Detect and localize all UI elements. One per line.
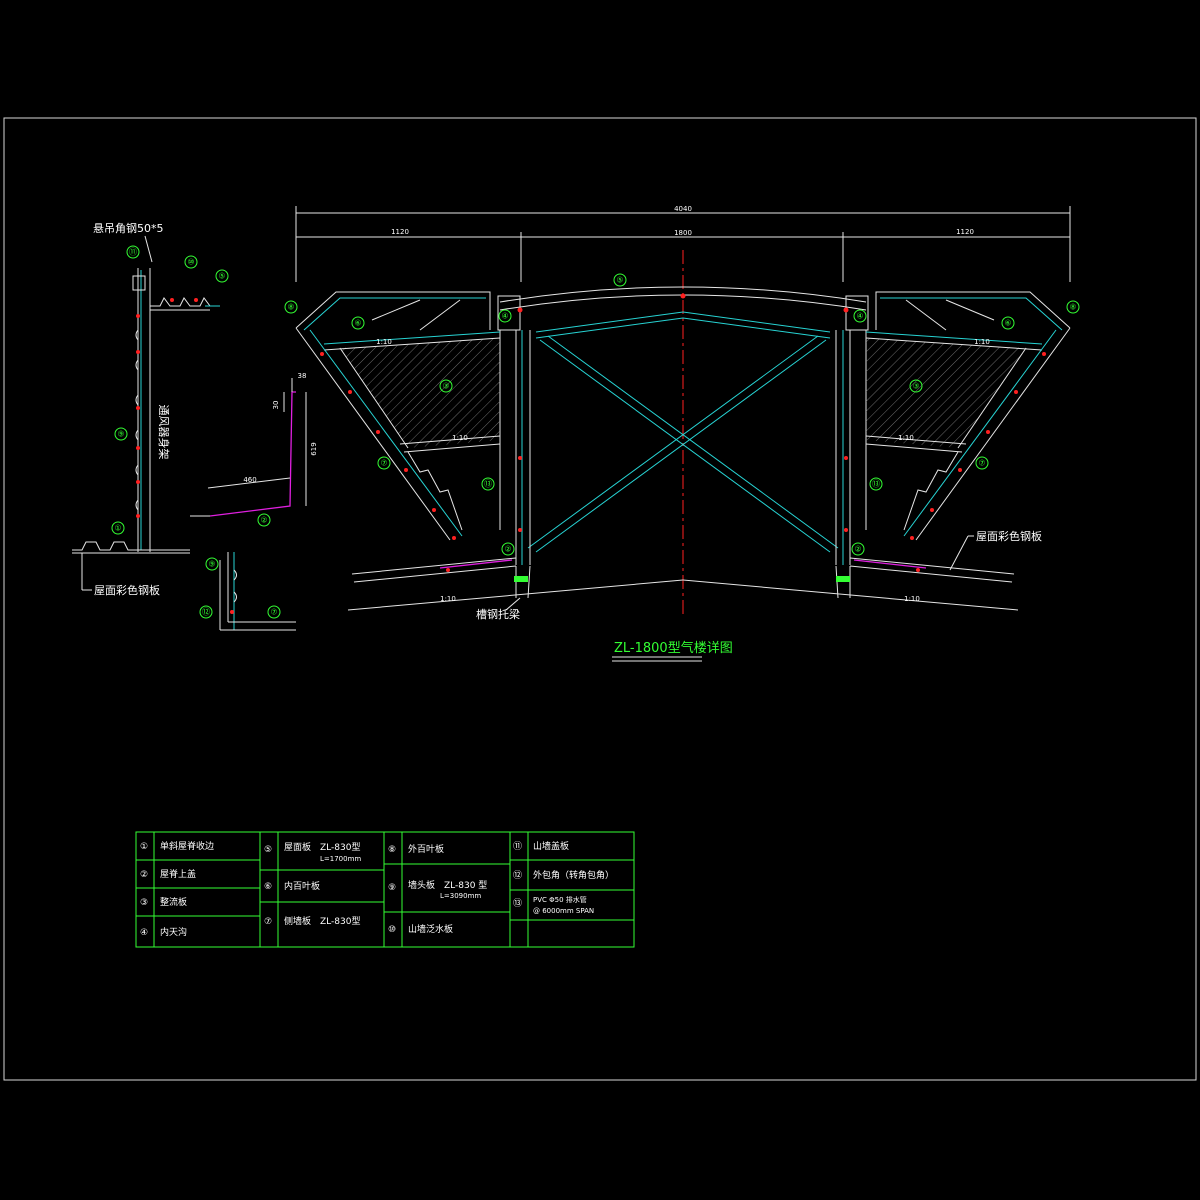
legend-sub-5: L=1700mm <box>320 855 361 863</box>
callout-7-right: ⑦ <box>978 459 985 468</box>
dim-center: 1800 <box>674 229 692 237</box>
legend-text-12: 外包角（转角包角） <box>533 869 614 881</box>
dim-619: 619 <box>310 442 318 455</box>
slope-bottom-left: 1:10 <box>440 595 456 603</box>
roof-panel-label-right: 屋面彩色钢板 <box>976 529 1042 543</box>
callout-13-right: ⑬ <box>872 480 880 489</box>
legend-num-10: ⑩ <box>388 925 396 935</box>
callout-13-left: ⑬ <box>484 480 492 489</box>
legend-sub-9: L=3090mm <box>440 892 481 900</box>
legend-sub-13: @ 6000mm SPAN <box>533 907 594 915</box>
drawing-title: ZL-1800型气楼详图 <box>614 640 733 656</box>
legend-num-6: ⑥ <box>264 882 272 892</box>
slope-left-mid: 1:10 <box>452 434 468 442</box>
legend-text-5: 屋面板 ZL-830型 <box>284 841 360 853</box>
callout-6-left: ⑥ <box>354 319 361 328</box>
callout-5-left: ⑤ <box>218 272 225 281</box>
callout-8-right: ⑧ <box>1069 303 1076 312</box>
legend-text-4: 内天沟 <box>160 926 187 938</box>
callout-4-left: ④ <box>501 312 508 321</box>
legend-text-13: PVC Φ50 排水管 <box>533 895 587 904</box>
callout-9-corner: ⑨ <box>208 560 215 569</box>
legend-text-11: 山墙盖板 <box>533 840 569 852</box>
dim-overall: 4040 <box>674 205 692 213</box>
legend-num-5: ⑤ <box>264 845 272 855</box>
left-section-detail: 悬吊角钢50*5 屋面彩色钢板 通风器身架 ⑪ ⑩ ⑤ ⑨ ① <box>72 222 229 597</box>
legend-text-2: 屋脊上盖 <box>160 868 196 880</box>
callout-12: ⑫ <box>202 608 210 617</box>
legend-num-1: ① <box>140 842 148 852</box>
legend-num-8: ⑧ <box>388 845 396 855</box>
dim-460: 460 <box>243 476 256 484</box>
callout-7-left: ⑦ <box>380 459 387 468</box>
callout-11-left: ⑪ <box>129 248 137 257</box>
callout-2-right: ② <box>854 545 861 554</box>
legend-num-12: ⑫ <box>513 870 522 881</box>
roof-panel-label-left: 屋面彩色钢板 <box>94 583 160 597</box>
legend-num-9: ⑨ <box>388 883 396 893</box>
slope-right-upper: 1:10 <box>974 338 990 346</box>
slope-right-mid: 1:10 <box>898 434 914 442</box>
legend-text-3: 整流板 <box>160 896 187 908</box>
dim-right: 1120 <box>956 228 974 236</box>
legend-text-8: 外百叶板 <box>408 843 444 855</box>
callout-8-left: ⑧ <box>287 303 294 312</box>
callout-5-main: ⑤ <box>616 276 623 285</box>
callout-3-left: ③ <box>442 382 449 391</box>
dim-left: 1120 <box>391 228 409 236</box>
legend-text-9: 墙头板 ZL-830 型 <box>408 879 487 891</box>
channel-purlin-label: 槽钢托梁 <box>476 607 520 621</box>
legend-num-11: ⑪ <box>513 841 522 852</box>
legend-text-7: 侧墙板 ZL-830型 <box>284 915 360 927</box>
legend-num-13: ⑬ <box>513 898 522 909</box>
legend-num-7: ⑦ <box>264 917 272 927</box>
callout-2-left: ② <box>504 545 511 554</box>
dim-38: 38 <box>298 372 307 380</box>
main-elevation: 4040 1120 1800 1120 1:10 1:10 1:10 1:10 … <box>284 205 1080 662</box>
slope-left-upper: 1:10 <box>376 338 392 346</box>
callout-6-right: ⑥ <box>1004 319 1011 328</box>
legend-text-1: 单斜屋脊收边 <box>160 840 214 852</box>
legend-num-2: ② <box>140 870 148 880</box>
dim-30: 30 <box>272 401 280 410</box>
callout-4-right: ④ <box>856 312 863 321</box>
callout-2-detail: ② <box>260 516 267 525</box>
callout-1: ① <box>114 524 121 533</box>
angle-steel-label: 悬吊角钢50*5 <box>93 222 164 235</box>
flashing-detail: 460 619 30 38 ② <box>190 372 318 527</box>
slope-bottom-right: 1:10 <box>904 595 920 603</box>
cad-drawing: 悬吊角钢50*5 屋面彩色钢板 通风器身架 ⑪ ⑩ ⑤ ⑨ ① 460 619 … <box>3 117 1197 1081</box>
legend-text-6: 内百叶板 <box>284 880 320 892</box>
callout-3-right: ③ <box>912 382 919 391</box>
callout-10: ⑩ <box>187 258 194 267</box>
legend-text-10: 山墙泛水板 <box>408 923 453 935</box>
corner-detail: ⑨ ⑫ ⑦ <box>199 552 296 631</box>
legend-num-3: ③ <box>140 898 148 908</box>
callout-9: ⑨ <box>117 430 124 439</box>
callout-7-corner: ⑦ <box>270 608 277 617</box>
legend-table: ① 单斜屋脊收边 ② 屋脊上盖 ③ 整流板 ④ 内天沟 ⑤ 屋面板 ZL-830… <box>135 831 635 948</box>
legend-num-4: ④ <box>140 928 148 938</box>
ventilator-frame-label: 通风器身架 <box>157 405 171 460</box>
